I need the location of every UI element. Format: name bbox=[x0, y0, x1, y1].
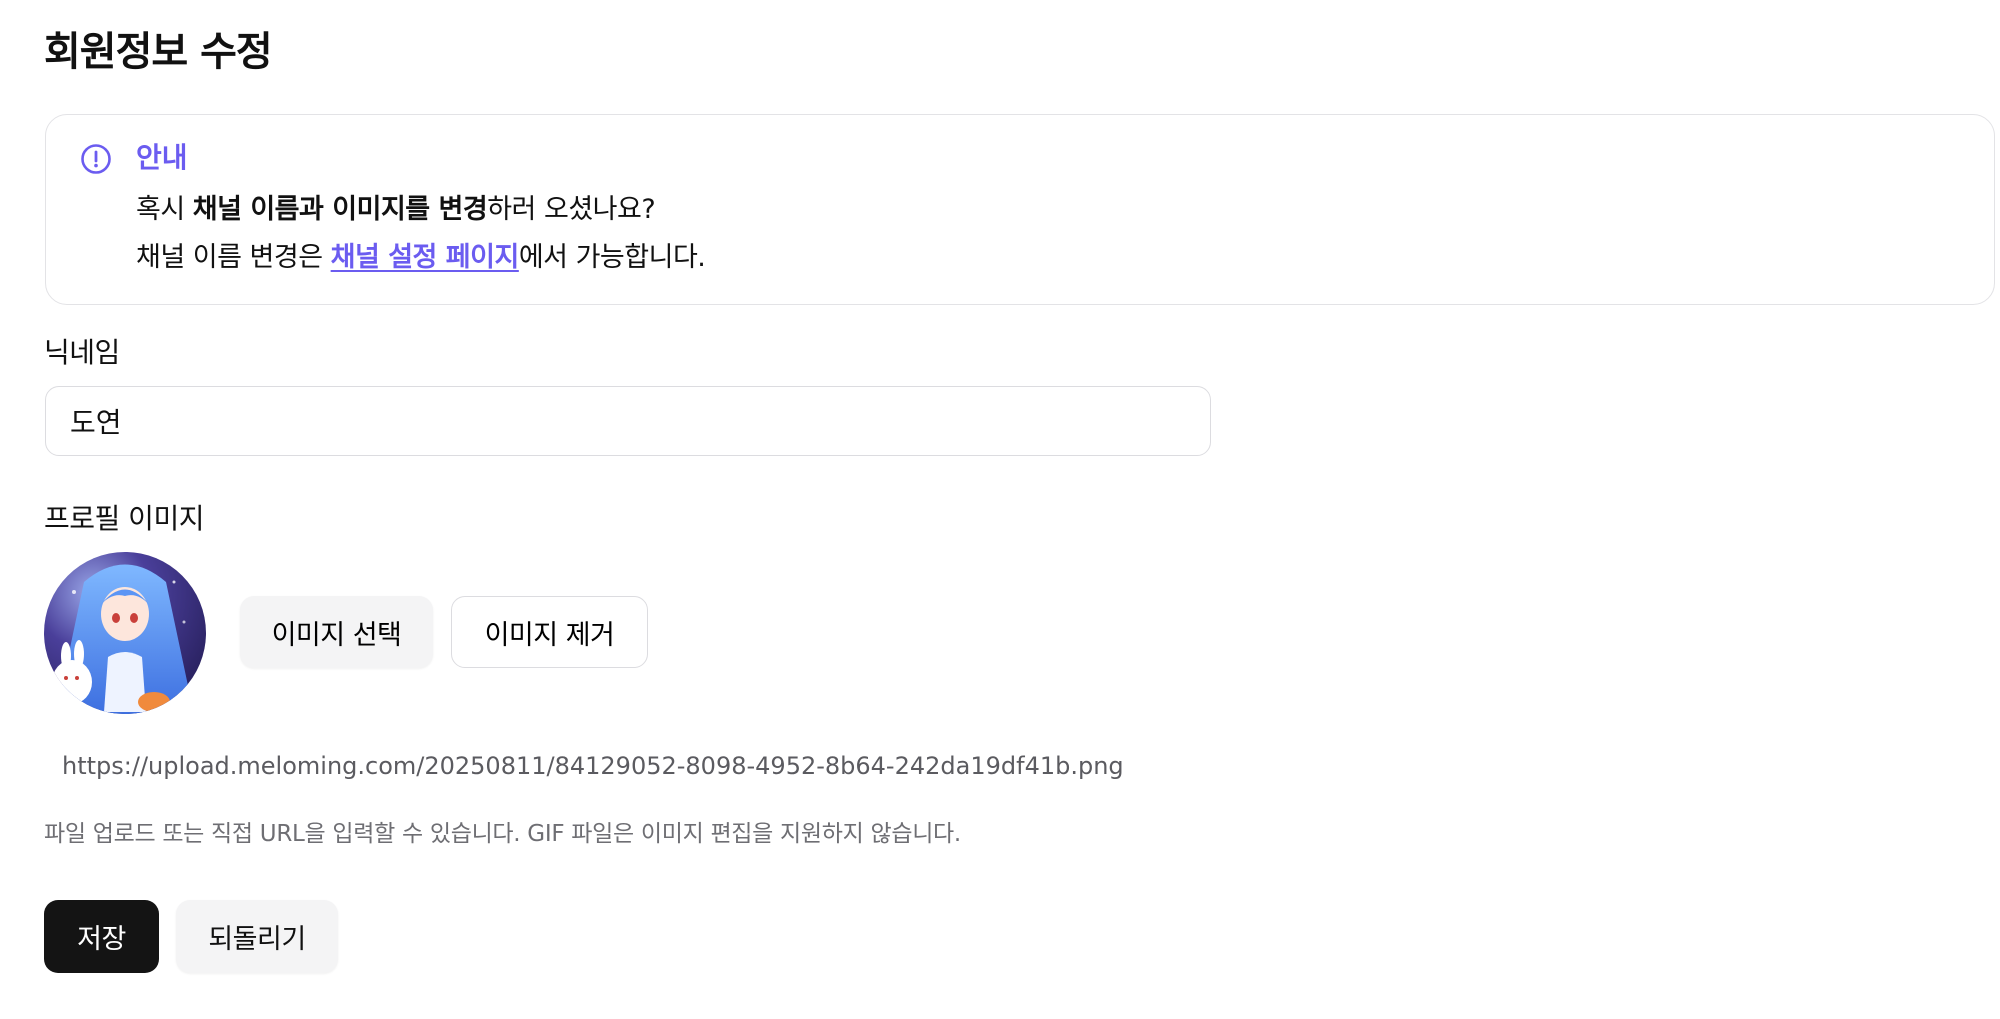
nickname-label: 닉네임 bbox=[44, 336, 120, 369]
page-title: 회원정보 수정 bbox=[44, 29, 273, 75]
notice-line-2-suffix: 에서 가능합니다. bbox=[518, 242, 706, 273]
remove-image-button[interactable]: 이미지 제거 bbox=[451, 596, 648, 668]
notice-line-1: 혹시 채널 이름과 이미지를 변경하러 오셨나요? bbox=[136, 191, 656, 229]
select-image-button[interactable]: 이미지 선택 bbox=[240, 596, 433, 668]
revert-button[interactable]: 되돌리기 bbox=[176, 900, 338, 973]
notice-line-2: 채널 이름 변경은 채널 설정 페이지에서 가능합니다. bbox=[136, 239, 706, 277]
avatar-image bbox=[44, 552, 206, 714]
avatar bbox=[44, 552, 206, 714]
image-url-input[interactable] bbox=[45, 746, 1239, 786]
notice-line-1-prefix: 혹시 bbox=[136, 194, 193, 225]
channel-settings-link[interactable]: 채널 설정 페이지 bbox=[331, 242, 520, 273]
alert-circle-icon bbox=[81, 144, 111, 174]
profile-image-label: 프로필 이미지 bbox=[44, 502, 204, 535]
notice-line-1-suffix: 하러 오셨나요? bbox=[487, 194, 656, 225]
notice-box: 안내 혹시 채널 이름과 이미지를 변경하러 오셨나요? 채널 이름 변경은 채… bbox=[45, 114, 1995, 305]
nickname-input[interactable] bbox=[45, 386, 1211, 456]
notice-title: 안내 bbox=[136, 141, 188, 174]
edit-profile-page: 회원정보 수정 안내 혹시 채널 이름과 이미지를 변경하러 오셨나요? 채널 … bbox=[0, 0, 2000, 1019]
notice-line-1-bold: 채널 이름과 이미지를 변경 bbox=[192, 194, 488, 225]
notice-line-2-prefix: 채널 이름 변경은 bbox=[136, 242, 331, 273]
save-button[interactable]: 저장 bbox=[44, 900, 159, 973]
image-help-text: 파일 업로드 또는 직접 URL을 입력할 수 있습니다. GIF 파일은 이미… bbox=[44, 821, 961, 847]
